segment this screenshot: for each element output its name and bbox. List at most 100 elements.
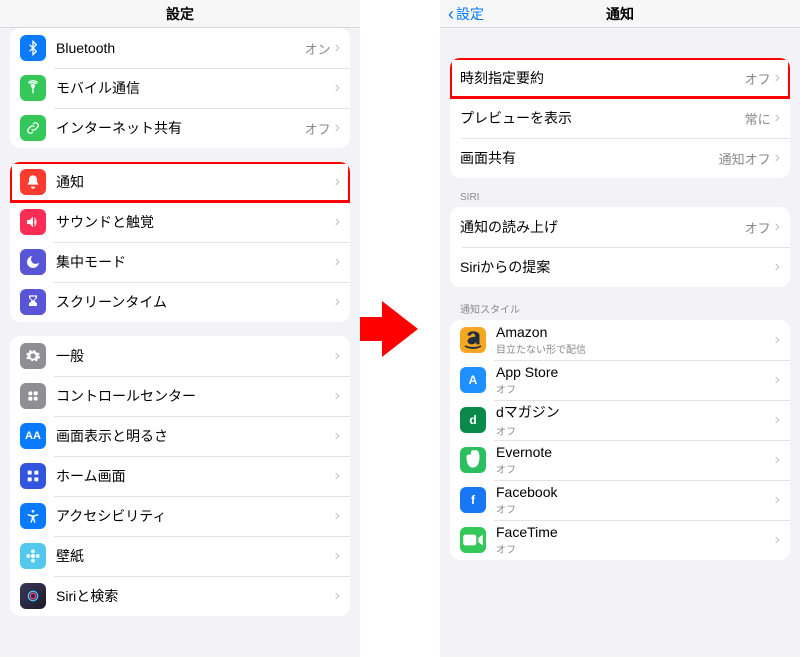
group-summary: 時刻指定要約 オフ › プレビューを表示 常に › 画面共有 通知オフ ›: [450, 58, 790, 178]
row-value: 常に: [745, 109, 771, 128]
chevron-right-icon: ›: [335, 40, 340, 56]
appstore-app-icon: A: [460, 367, 486, 393]
row-show-previews[interactable]: プレビューを表示 常に ›: [450, 98, 790, 138]
row-controlcenter[interactable]: コントロールセンター ›: [10, 376, 350, 416]
section-header-siri: SIRI: [440, 178, 800, 207]
row-value: 通知オフ: [719, 149, 771, 168]
row-label: プレビューを表示: [460, 108, 745, 128]
row-bluetooth[interactable]: Bluetooth オン ›: [10, 28, 350, 68]
row-label: dマガジンオフ: [496, 402, 775, 438]
bell-icon: [20, 169, 46, 195]
header-title: 設定: [166, 4, 194, 24]
chevron-right-icon: ›: [775, 110, 780, 126]
row-general[interactable]: 一般 ›: [10, 336, 350, 376]
row-label: スクリーンタイム: [56, 292, 335, 312]
facebook-app-icon: f: [460, 487, 486, 513]
row-focus[interactable]: 集中モード ›: [10, 242, 350, 282]
chevron-right-icon: ›: [775, 452, 780, 468]
sliders-icon: [20, 383, 46, 409]
flower-icon: [20, 543, 46, 569]
row-label: 通知の読み上げ: [460, 217, 745, 237]
settings-screen: 設定 Bluetooth オン › モバイル通信 ›: [0, 0, 360, 657]
row-screen-sharing[interactable]: 画面共有 通知オフ ›: [450, 138, 790, 178]
row-notifications[interactable]: 通知 ›: [10, 162, 350, 202]
siri-icon: [20, 583, 46, 609]
row-hotspot[interactable]: インターネット共有 オフ ›: [10, 108, 350, 148]
row-sublabel: オフ: [496, 501, 775, 516]
chevron-right-icon: ›: [335, 120, 340, 136]
group-apps: Amazon目立たない形で配信›AApp Storeオフ›ddマガジンオフ›Ev…: [450, 320, 790, 560]
chevron-right-icon: ›: [335, 348, 340, 364]
row-wallpaper[interactable]: 壁紙 ›: [10, 536, 350, 576]
grid-icon: [20, 463, 46, 489]
row-app-dmagazine[interactable]: ddマガジンオフ›: [450, 400, 790, 440]
dmagazine-app-icon: d: [460, 407, 486, 433]
row-sublabel: オフ: [496, 461, 775, 476]
antenna-icon: [20, 75, 46, 101]
row-screentime[interactable]: スクリーンタイム ›: [10, 282, 350, 322]
link-icon: [20, 115, 46, 141]
transition-arrow: [360, 0, 440, 657]
amazon-app-icon: [460, 327, 486, 353]
row-siri-suggestions[interactable]: Siriからの提案 ›: [450, 247, 790, 287]
hourglass-icon: [20, 289, 46, 315]
row-label: サウンドと触覚: [56, 212, 335, 232]
group-connectivity: Bluetooth オン › モバイル通信 › インターネット共有 オフ ›: [10, 28, 350, 148]
chevron-right-icon: ›: [335, 80, 340, 96]
header-right: ‹ 設定 通知: [440, 0, 800, 28]
row-scheduled-summary[interactable]: 時刻指定要約 オフ ›: [450, 58, 790, 98]
row-sounds[interactable]: サウンドと触覚 ›: [10, 202, 350, 242]
arrow-right-icon: [382, 301, 418, 357]
gear-icon: [20, 343, 46, 369]
group-siri: 通知の読み上げ オフ › Siriからの提案 ›: [450, 207, 790, 287]
row-label: モバイル通信: [56, 78, 335, 98]
row-label: 画面表示と明るさ: [56, 426, 335, 446]
chevron-right-icon: ›: [775, 219, 780, 235]
row-display[interactable]: AA 画面表示と明るさ ›: [10, 416, 350, 456]
row-cellular[interactable]: モバイル通信 ›: [10, 68, 350, 108]
row-label: Siriと検索: [56, 586, 335, 606]
row-label: 壁紙: [56, 546, 335, 566]
row-announce[interactable]: 通知の読み上げ オフ ›: [450, 207, 790, 247]
chevron-right-icon: ›: [775, 532, 780, 548]
chevron-right-icon: ›: [775, 150, 780, 166]
chevron-right-icon: ›: [335, 174, 340, 190]
chevron-right-icon: ›: [775, 70, 780, 86]
row-accessibility[interactable]: アクセシビリティ ›: [10, 496, 350, 536]
text-size-icon: AA: [20, 423, 46, 449]
row-app-facetime[interactable]: FaceTimeオフ›: [450, 520, 790, 560]
row-label: Facebookオフ: [496, 484, 775, 516]
chevron-right-icon: ›: [335, 214, 340, 230]
row-label: Evernoteオフ: [496, 444, 775, 476]
chevron-left-icon: ‹: [448, 5, 454, 23]
chevron-right-icon: ›: [335, 254, 340, 270]
accessibility-icon: [20, 503, 46, 529]
row-label: アクセシビリティ: [56, 506, 335, 526]
row-label: コントロールセンター: [56, 386, 335, 406]
row-homescreen[interactable]: ホーム画面 ›: [10, 456, 350, 496]
evernote-app-icon: [460, 447, 486, 473]
row-app-appstore[interactable]: AApp Storeオフ›: [450, 360, 790, 400]
chevron-right-icon: ›: [335, 548, 340, 564]
row-label: Siriからの提案: [460, 257, 775, 277]
row-value: オン: [305, 39, 331, 58]
chevron-right-icon: ›: [335, 294, 340, 310]
row-label: 時刻指定要約: [460, 68, 745, 88]
section-header-style: 通知スタイル: [440, 287, 800, 320]
back-button[interactable]: ‹ 設定: [448, 4, 484, 24]
chevron-right-icon: ›: [335, 428, 340, 444]
row-app-evernote[interactable]: Evernoteオフ›: [450, 440, 790, 480]
chevron-right-icon: ›: [335, 588, 340, 604]
chevron-right-icon: ›: [775, 259, 780, 275]
header-left: 設定: [0, 0, 360, 28]
row-value: オフ: [745, 69, 771, 88]
row-app-facebook[interactable]: fFacebookオフ›: [450, 480, 790, 520]
row-app-amazon[interactable]: Amazon目立たない形で配信›: [450, 320, 790, 360]
group-general: 一般 › コントロールセンター › AA 画面表示と明るさ › ホーム画面: [10, 336, 350, 616]
row-label: Bluetooth: [56, 40, 305, 56]
chevron-right-icon: ›: [775, 332, 780, 348]
notifications-screen: ‹ 設定 通知 時刻指定要約 オフ › プレビューを表示 常に › 画面共有 通…: [440, 0, 800, 657]
row-siri-search[interactable]: Siriと検索 ›: [10, 576, 350, 616]
row-label: 一般: [56, 346, 335, 366]
row-label: 集中モード: [56, 252, 335, 272]
